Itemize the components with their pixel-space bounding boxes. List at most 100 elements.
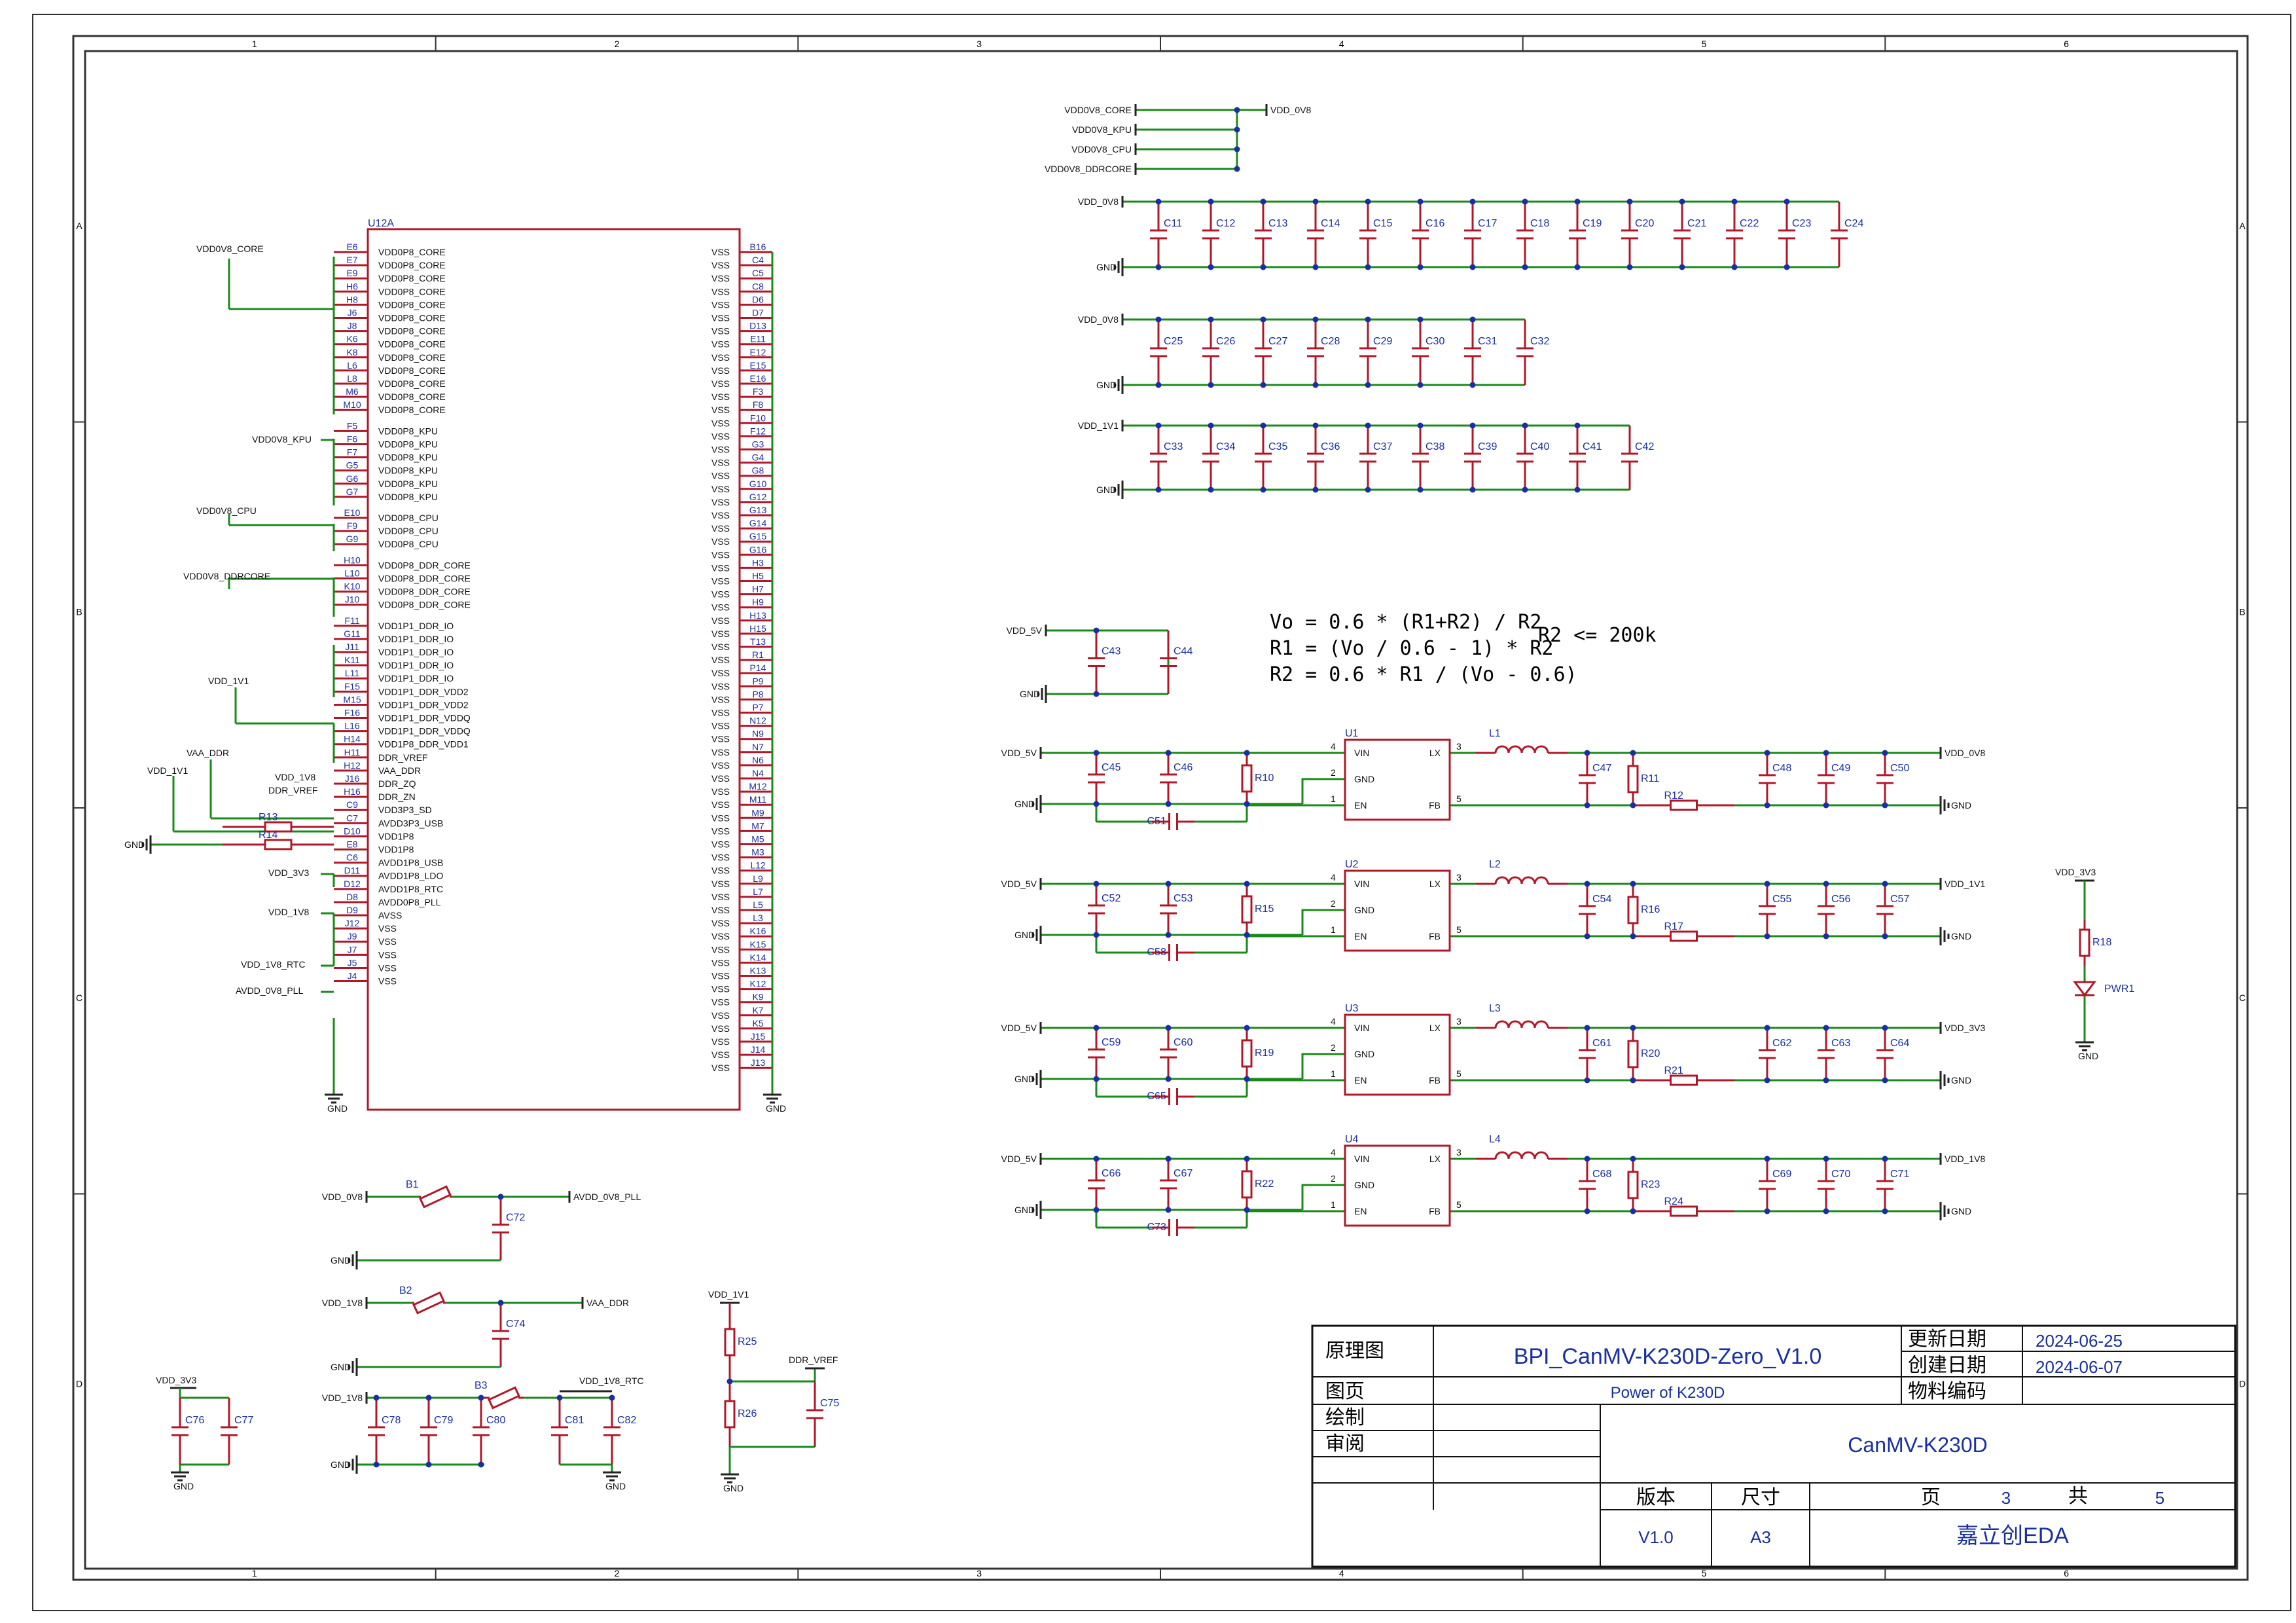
tb-label-page: 图页 [1325,1381,1365,1402]
resistor[interactable] [1241,1039,1253,1068]
pin-number: L9 [753,873,763,884]
resistor[interactable] [1627,896,1639,924]
pin-name: VSS [711,313,730,323]
ferrite-bead[interactable] [488,1386,520,1410]
resistor[interactable] [1241,764,1253,793]
ferrite-bead[interactable] [419,1185,452,1209]
pin-name: VSS [711,997,730,1008]
pin-name: VSS [711,576,730,587]
pin-number: J5 [348,957,357,968]
led-ref: PWR1 [2104,983,2134,994]
pin-number: P14 [750,663,766,673]
pin-number: J12 [345,918,360,928]
junction-dot [1823,1077,1829,1084]
pin-number: F12 [750,426,766,436]
pin-name: VSS [378,936,397,947]
pin-name: VSS [711,708,730,718]
net-label: VDD_5V [1001,748,1037,758]
inductor[interactable] [1494,1020,1549,1029]
pin-number: K10 [344,581,361,592]
junction-dot [1208,264,1214,270]
resistor[interactable] [1241,1170,1253,1199]
pin-no: 5 [1456,793,1462,804]
resistor[interactable] [1670,1205,1698,1217]
pin-no: 3 [1456,1147,1462,1158]
resistor[interactable] [1670,930,1698,942]
led-net-label: VDD_3V3 [2055,867,2096,877]
junction-dot [1165,801,1172,807]
pin-name: VDD1P8 [378,845,414,855]
formula-1: Vo = 0.6 * (R1+R2) / R2 [1270,611,1541,634]
formula-2: R1 = (Vo / 0.6 - 1) * R2 [1270,637,1553,660]
inductor[interactable] [1494,745,1549,754]
junction-dot [1260,198,1266,205]
resistor-ref: R11 [1641,773,1659,784]
resistor[interactable] [264,839,293,850]
inductor-ref: L2 [1489,859,1501,870]
pin-number: C6 [346,852,358,863]
capacitor-ref: C32 [1530,336,1549,347]
pin-name: VSS [711,589,730,600]
net-label: VDD_1V8_RTC [241,959,306,970]
junction-dot [1417,198,1424,205]
resistor[interactable] [1670,799,1698,811]
junction-dot [1764,933,1770,939]
capacitor-ref: C62 [1772,1038,1791,1049]
resistor[interactable] [2079,928,2090,957]
resistor[interactable] [1627,1171,1639,1199]
junction-dot [1312,198,1319,205]
pin-number: F8 [753,399,764,410]
ferrite-bead[interactable] [412,1291,445,1315]
pin-name: VSS [711,431,730,441]
junction-dot [1244,801,1250,807]
capacitor-ref: C23 [1792,218,1811,229]
pin-name: VSS [711,365,730,376]
junction-dot [1417,264,1424,270]
resistor[interactable] [724,1400,736,1429]
resistor-ref: R17 [1664,921,1683,932]
pin-name: VSS [711,523,730,534]
junction-dot [1584,1077,1590,1084]
pin-number: K6 [346,334,357,344]
pin-number: H9 [752,597,764,608]
pin-name: VDD0P8_KPU [378,426,438,436]
junction-dot [1823,1025,1829,1031]
pin-name: VSS [711,286,730,297]
inductor[interactable] [1494,1151,1549,1159]
pin-number: J13 [751,1057,766,1068]
junction-dot [1584,881,1590,887]
zone-row: D [2239,1378,2246,1389]
junction-dot [556,1395,563,1401]
pin-number: F16 [344,708,360,718]
zone-col: 6 [2064,1568,2069,1578]
pin-number: F5 [347,420,358,431]
junction-dot [1823,933,1829,939]
pin-name: VSS [711,681,730,691]
inductor[interactable] [1494,876,1549,884]
resistor[interactable] [1627,1040,1639,1068]
pin-number: K16 [750,926,766,936]
junction-dot [1764,750,1770,756]
net-label: VDD0V8_DDRCORE [183,571,270,581]
capacitor-ref: C45 [1102,762,1121,773]
pin-en: EN [1354,931,1367,941]
capacitor-ref: C41 [1583,441,1602,452]
pin-number: P8 [752,689,763,699]
resistor[interactable] [1627,765,1639,793]
capacitor-ref: C72 [506,1213,525,1224]
junction-dot [1244,932,1250,938]
junction-dot [1630,881,1636,887]
tb-label-schematic: 原理图 [1325,1340,1384,1362]
resistor[interactable] [1241,895,1253,924]
junction-dot [1584,1208,1590,1214]
led-icon[interactable] [2073,981,2096,997]
pin-lx: LX [1429,1154,1441,1164]
pin-name: VSS [711,747,730,757]
resistor[interactable] [724,1328,736,1357]
net-label: VDD_1V8 [268,907,309,917]
net-label: VDD_1V1 [208,676,249,686]
resistor[interactable] [1670,1074,1698,1086]
pin-number: H15 [749,623,766,634]
pin-name: VDD0P8_KPU [378,492,438,502]
ground-label: GND [605,1481,626,1491]
